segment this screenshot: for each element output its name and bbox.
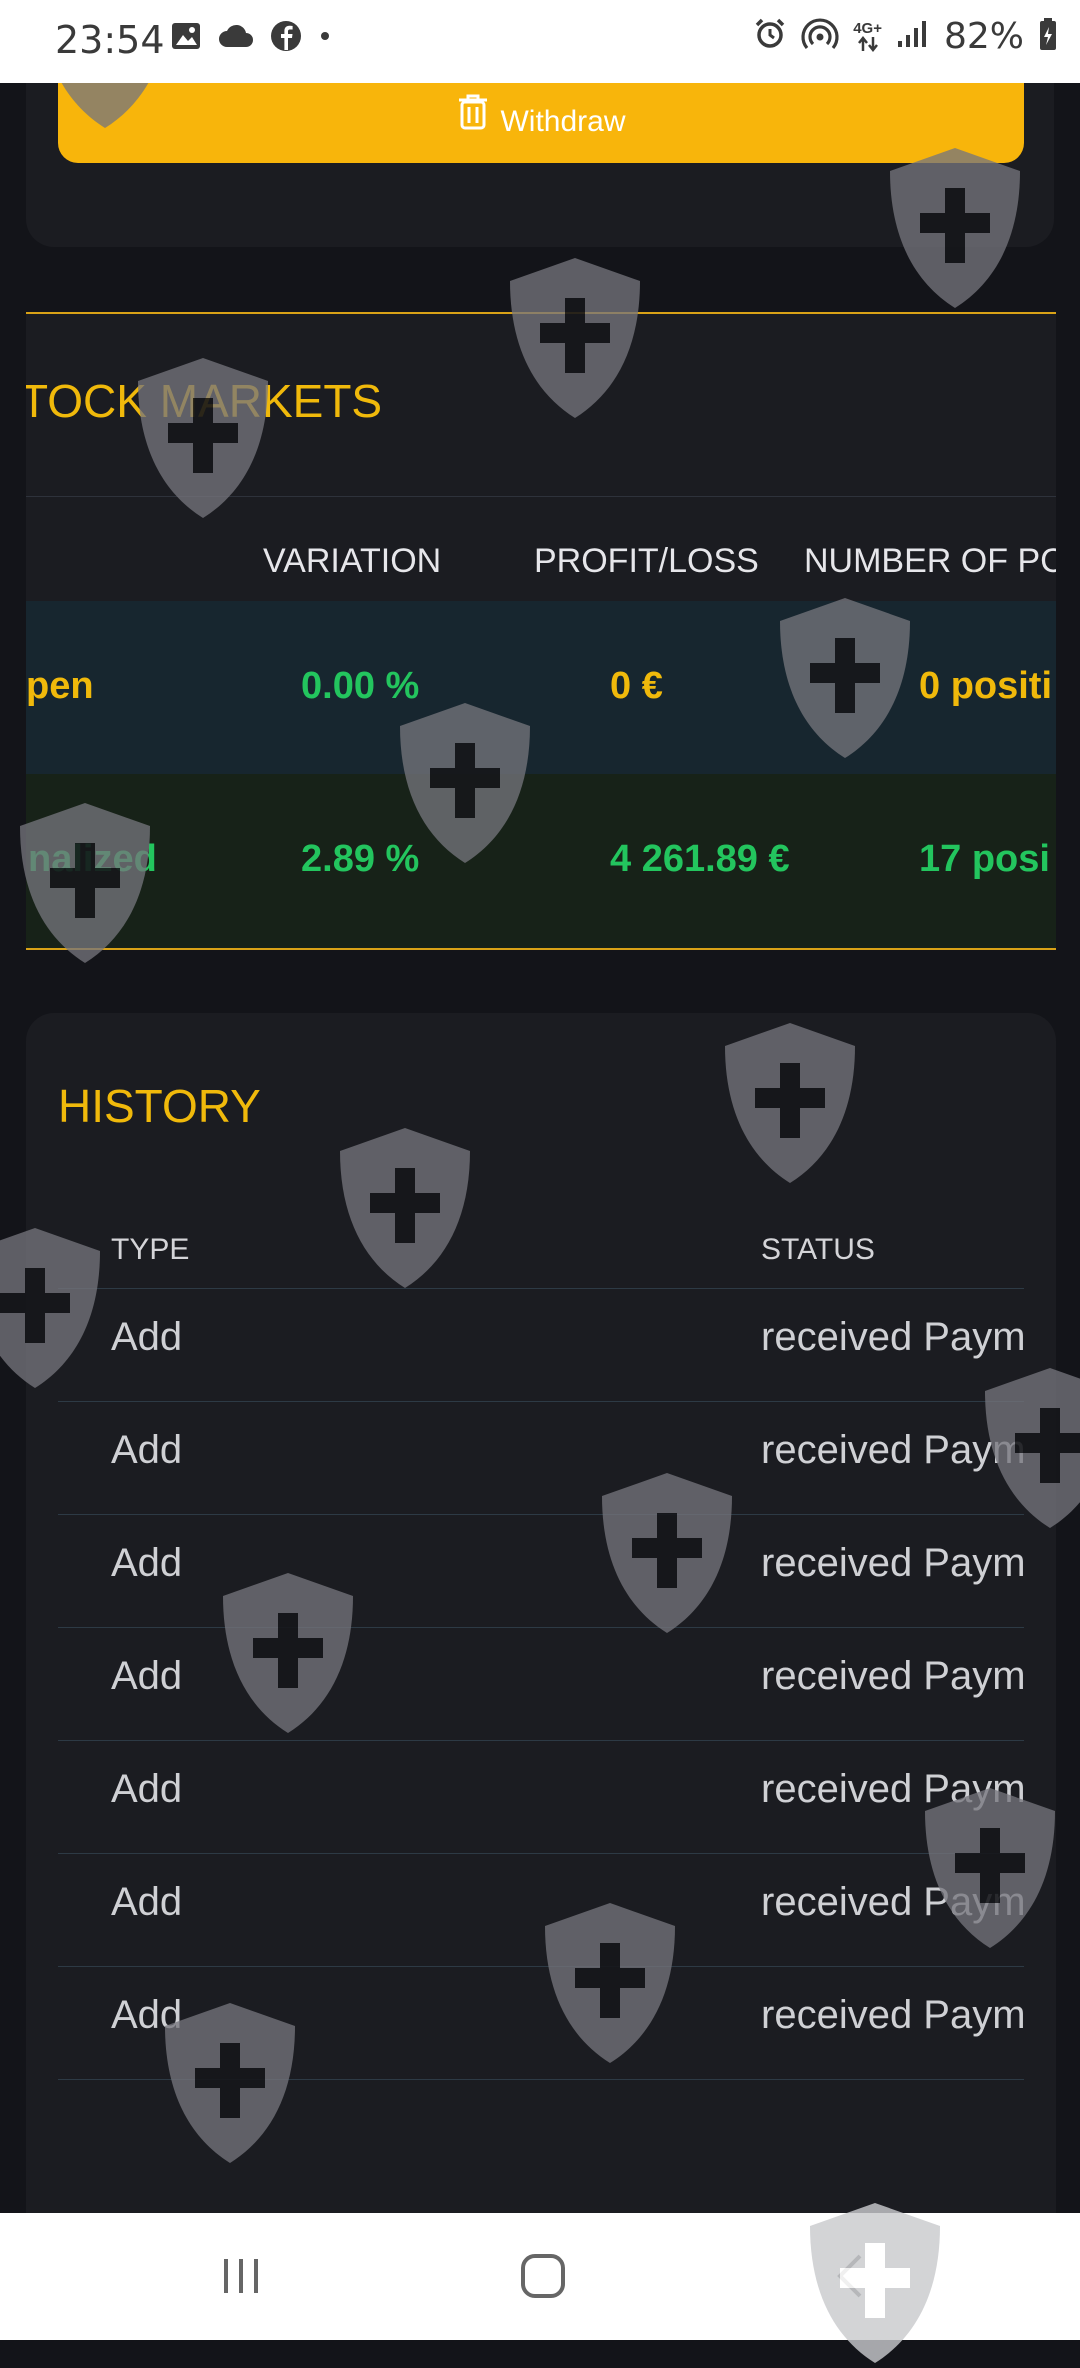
facebook-icon xyxy=(270,20,302,57)
shield-watermark-icon xyxy=(223,1573,353,1733)
shield-watermark-icon xyxy=(780,598,910,758)
shield-watermark-icon xyxy=(0,1228,100,1388)
divider xyxy=(58,1288,1024,1289)
divider xyxy=(58,1401,1024,1402)
column-profit-loss: PROFIT/LOSS xyxy=(534,542,759,580)
shield-watermark-icon xyxy=(602,1473,732,1633)
profit-value: 4 261.89 € xyxy=(610,838,790,880)
history-column-type: TYPE xyxy=(111,1233,190,1266)
hotspot-icon xyxy=(801,17,839,56)
status-bar: 23:54 4G+ 82% xyxy=(0,0,1080,83)
shield-watermark-icon xyxy=(985,1368,1080,1528)
shield-watermark-icon xyxy=(725,1023,855,1183)
battery-percent: 82% xyxy=(943,16,1024,57)
shield-watermark-icon xyxy=(20,803,150,963)
page-content: Withdraw TOCK MARKETS VARIATION PROFIT/L… xyxy=(0,83,1080,2213)
column-variation: VARIATION xyxy=(263,542,442,580)
recent-apps-icon[interactable] xyxy=(218,2253,264,2304)
cloud-icon xyxy=(218,23,254,54)
shield-watermark-icon xyxy=(890,148,1020,308)
history-type: Add xyxy=(111,1880,183,1924)
history-column-status: STATUS xyxy=(761,1233,875,1266)
history-type: Add xyxy=(111,1315,183,1359)
row-label: pen xyxy=(26,665,94,707)
history-status: received Payment xyxy=(761,1315,1024,1359)
gallery-icon xyxy=(170,21,202,56)
dot-icon xyxy=(318,29,332,48)
positions-value: 17 posi xyxy=(919,838,1050,880)
shield-watermark-icon xyxy=(510,258,640,418)
shield-watermark-icon xyxy=(61,83,149,128)
signal-icon xyxy=(896,19,930,54)
navigation-bar xyxy=(0,2203,1080,2363)
history-status: received Payment xyxy=(761,1993,1024,2037)
history-title: HISTORY xyxy=(58,1080,261,1132)
shield-watermark-icon xyxy=(925,1788,1055,1948)
history-status: received Payment xyxy=(761,1654,1024,1698)
history-type: Add xyxy=(111,1654,183,1698)
positions-value: 0 positi xyxy=(919,665,1053,707)
column-number-of-positions: NUMBER OF PC xyxy=(804,542,1056,580)
history-type: Add xyxy=(111,1767,183,1811)
market-row-finalized[interactable]: nalized 2.89 % 4 261.89 € 17 posi xyxy=(26,774,1056,948)
history-status: received Payment xyxy=(761,1541,1024,1585)
battery-icon xyxy=(1038,17,1058,56)
withdraw-label: Withdraw xyxy=(500,105,626,138)
trash-icon xyxy=(456,93,490,139)
shield-watermark-icon xyxy=(340,1128,470,1288)
alarm-icon xyxy=(753,17,787,56)
divider xyxy=(58,1627,1024,1628)
4g-icon: 4G+ xyxy=(853,21,882,52)
divider xyxy=(58,1853,1024,1854)
history-type: Add xyxy=(111,1541,183,1585)
shield-watermark-icon xyxy=(138,358,268,518)
divider xyxy=(58,1740,1024,1741)
shield-watermark-icon xyxy=(810,2203,940,2363)
divider xyxy=(58,1514,1024,1515)
shield-watermark-icon xyxy=(545,1903,675,2063)
history-type: Add xyxy=(111,1428,183,1472)
status-time: 23:54 xyxy=(55,18,165,62)
home-icon[interactable] xyxy=(518,2251,568,2306)
profit-value: 0 € xyxy=(610,665,663,707)
shield-watermark-icon xyxy=(165,2003,295,2163)
shield-watermark-icon xyxy=(400,703,530,863)
